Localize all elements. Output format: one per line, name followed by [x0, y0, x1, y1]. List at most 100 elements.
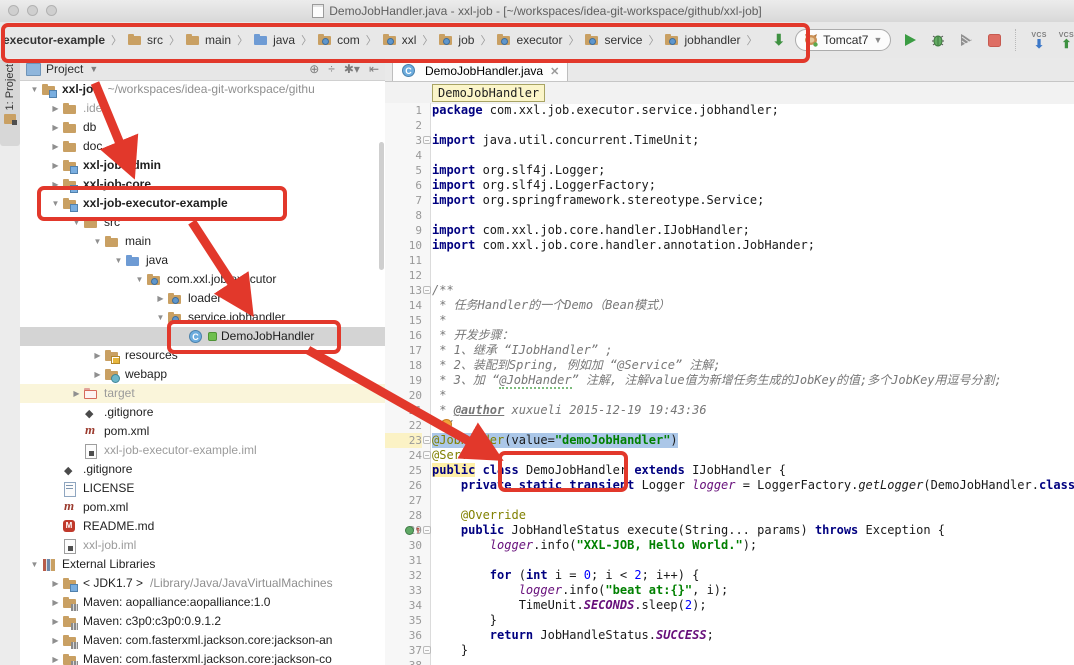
tree-row-doc[interactable]: ▶doc — [20, 137, 385, 156]
tree-expand-icon[interactable]: ▶ — [91, 346, 104, 365]
tree-expand-icon[interactable]: ▼ — [133, 270, 146, 289]
tree-expand-icon[interactable]: ▼ — [28, 555, 41, 574]
tree-expand-icon[interactable]: ▼ — [49, 194, 62, 213]
maximize-window-icon[interactable] — [46, 5, 57, 16]
tree-row-xxl-job-admin[interactable]: ▶xxl-job-admin — [20, 156, 385, 175]
breadcrumb-item-xxl[interactable]: xxl — [382, 33, 418, 47]
fold-marker-icon[interactable]: − — [423, 451, 431, 459]
run-with-coverage-button[interactable] — [957, 31, 975, 49]
window-title: DemoJobHandler.java - xxl-job - [~/works… — [312, 4, 762, 18]
tree-row-readme-md[interactable]: README.md — [20, 517, 385, 536]
tree-row--gitignore[interactable]: .gitignore — [20, 403, 385, 422]
tree-row-loader[interactable]: ▶loader — [20, 289, 385, 308]
tree-row--idea[interactable]: ▶.idea — [20, 99, 385, 118]
breadcrumb-item-executor-example[interactable]: executor-example — [2, 33, 106, 47]
tree-row--jdk1-7-[interactable]: ▶< JDK1.7 >/Library/Java/JavaVirtualMach… — [20, 574, 385, 593]
tree-expand-icon[interactable]: ▶ — [49, 118, 62, 137]
tree-row-com-xxl-job-executor[interactable]: ▼com.xxl.job.executor — [20, 270, 385, 289]
settings-gear-button[interactable]: ✱▾ — [344, 62, 360, 76]
tree-expand-icon[interactable]: ▶ — [49, 175, 62, 194]
close-window-icon[interactable] — [8, 5, 19, 16]
tree-row-pom-xml[interactable]: pom.xml — [20, 422, 385, 441]
tree-row-service-jobhandler[interactable]: ▼service.jobhandler — [20, 308, 385, 327]
tree-expand-icon[interactable]: ▶ — [70, 384, 83, 403]
tree-row-src[interactable]: ▼src — [20, 213, 385, 232]
breadcrumb-item-service[interactable]: service — [584, 33, 643, 47]
editor-area[interactable]: DemoJobHandler.java ✕ DemoJobHandler 1pa… — [385, 58, 1074, 665]
collapse-all-button[interactable]: ÷ — [328, 62, 335, 76]
fold-marker-icon[interactable]: − — [423, 526, 431, 534]
run-button[interactable] — [901, 31, 919, 49]
tree-row-resources[interactable]: ▶resources — [20, 346, 385, 365]
tree-expand-icon[interactable]: ▶ — [154, 289, 167, 308]
breadcrumb-item-jobhandler[interactable]: jobhandler — [664, 33, 741, 47]
tree-row-maven-aopalliance-aopalliance-1-0[interactable]: ▶Maven: aopalliance:aopalliance:1.0 — [20, 593, 385, 612]
tree-expand-icon[interactable]: ▶ — [49, 156, 62, 175]
fold-marker-icon[interactable]: − — [423, 646, 431, 654]
project-tool-window-tab[interactable]: 1: Project — [0, 60, 20, 146]
tree-row-maven-com-fasterxml-jackson-core-jackson-co[interactable]: ▶Maven: com.fasterxml.jackson.core:jacks… — [20, 650, 385, 665]
tree-row-maven-c3p0-c3p0-0-9-1-2[interactable]: ▶Maven: c3p0:c3p0:0.9.1.2 — [20, 612, 385, 631]
stop-button[interactable] — [985, 31, 1003, 49]
tree-expand-icon[interactable]: ▼ — [91, 232, 104, 251]
tree-expand-icon[interactable]: ▶ — [49, 650, 62, 665]
tree-row-db[interactable]: ▶db — [20, 118, 385, 137]
tree-expand-icon[interactable]: ▶ — [91, 365, 104, 384]
tree-row-pom-xml[interactable]: pom.xml — [20, 498, 385, 517]
breadcrumb-item-main[interactable]: main — [185, 33, 232, 47]
tree-row-target[interactable]: ▶target — [20, 384, 385, 403]
tree-row-webapp[interactable]: ▶webapp — [20, 365, 385, 384]
breadcrumb-item-executor[interactable]: executor — [496, 33, 563, 47]
tree-row-maven-com-fasterxml-jackson-core-jackson-an[interactable]: ▶Maven: com.fasterxml.jackson.core:jacks… — [20, 631, 385, 650]
tree-row--gitignore[interactable]: .gitignore — [20, 460, 385, 479]
tree-expand-icon[interactable]: ▶ — [49, 137, 62, 156]
tree-expand-icon[interactable]: ▶ — [49, 99, 62, 118]
breadcrumb-item-src[interactable]: src — [127, 33, 164, 47]
breadcrumb-item-com[interactable]: com — [317, 33, 361, 47]
tree-row-xxl-job-iml[interactable]: xxl-job.iml — [20, 536, 385, 555]
code-area[interactable]: 1package com.xxl.job.executor.service.jo… — [385, 103, 1074, 665]
fold-marker-icon[interactable]: − — [423, 286, 431, 294]
intention-bulb-icon[interactable] — [441, 419, 452, 430]
breadcrumb-item-job[interactable]: job — [438, 33, 475, 47]
tree-row-xxl-job[interactable]: ▼xxl-job~/workspaces/idea-git-workspace/… — [20, 80, 385, 99]
debug-button[interactable] — [929, 31, 947, 49]
tree-expand-icon[interactable]: ▶ — [49, 612, 62, 631]
vcs-commit-button[interactable]: VCS ⬆ — [1059, 32, 1074, 48]
tree-expand-icon[interactable]: ▶ — [49, 631, 62, 650]
tree-row-external-libraries[interactable]: ▼External Libraries — [20, 555, 385, 574]
tree-row-java[interactable]: ▼java — [20, 251, 385, 270]
tree-row-license[interactable]: LICENSE — [20, 479, 385, 498]
window-controls[interactable] — [8, 5, 57, 16]
tree-expand-icon[interactable]: ▼ — [28, 80, 41, 99]
tab-demojobhandler[interactable]: DemoJobHandler.java ✕ — [392, 60, 568, 81]
vcs-update-button[interactable]: VCS ⬇ — [1031, 32, 1046, 48]
tree-expand-icon[interactable]: ▶ — [49, 593, 62, 612]
package-icon — [496, 33, 512, 47]
tree-row-xxl-job-executor-example[interactable]: ▼xxl-job-executor-example — [20, 194, 385, 213]
tree-row-demojobhandler[interactable]: DemoJobHandler — [20, 327, 385, 346]
tree-row-main[interactable]: ▼main — [20, 232, 385, 251]
tree-expand-icon[interactable]: ▶ — [49, 574, 62, 593]
editor-hint-strip: DemoJobHandler — [385, 82, 1074, 104]
project-scrollbar[interactable] — [379, 142, 384, 270]
scroll-to-source-icon[interactable]: ⬇ — [773, 33, 786, 48]
fold-marker-icon[interactable]: − — [423, 136, 431, 144]
breadcrumb[interactable]: executor-example〉src〉main〉java〉com〉xxl〉j… — [0, 22, 761, 58]
override-method-icon[interactable]: ↑ — [405, 526, 421, 535]
project-panel-header[interactable]: Project ▼ ⊕ ÷ ✱▾ ⇤ — [20, 58, 385, 81]
locate-file-button[interactable]: ⊕ — [309, 62, 319, 76]
hide-panel-button[interactable]: ⇤ — [369, 62, 379, 76]
minimize-window-icon[interactable] — [27, 5, 38, 16]
run-configuration-selector[interactable]: Tomcat7 ▼ — [795, 29, 891, 51]
breadcrumb-item-java[interactable]: java — [253, 33, 296, 47]
tree-expand-icon[interactable]: ▼ — [154, 308, 167, 327]
code-text: @JobHander(value="demoJobHandler") — [432, 433, 678, 448]
tree-row-xxl-job-core[interactable]: ▶xxl-job-core — [20, 175, 385, 194]
tree-row-xxl-job-executor-example-iml[interactable]: xxl-job-executor-example.iml — [20, 441, 385, 460]
close-tab-icon[interactable]: ✕ — [550, 65, 559, 78]
project-view-icon — [26, 63, 41, 76]
tree-expand-icon[interactable]: ▼ — [112, 251, 125, 270]
fold-marker-icon[interactable]: − — [423, 436, 431, 444]
tree-expand-icon[interactable]: ▼ — [70, 213, 83, 232]
